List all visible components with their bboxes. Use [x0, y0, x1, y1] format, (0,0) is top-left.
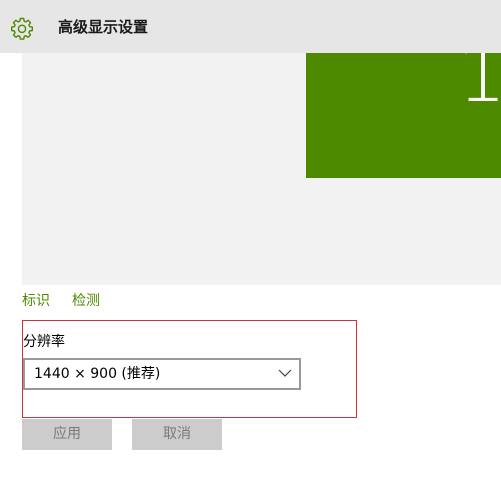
chevron-down-icon: [278, 369, 292, 377]
cancel-button[interactable]: 取消: [132, 419, 222, 450]
monitor-number: 1: [457, 53, 501, 120]
resolution-value: 1440 × 900 (推荐): [34, 366, 161, 382]
monitor-1[interactable]: 1: [306, 53, 501, 178]
detect-link[interactable]: 检测: [72, 292, 100, 310]
resolution-label: 分辨率: [23, 334, 65, 350]
title-bar: 高级显示设置: [0, 0, 501, 53]
display-preview: 1: [22, 53, 501, 285]
identify-link[interactable]: 标识: [22, 292, 50, 310]
gear-icon: [11, 17, 33, 40]
resolution-dropdown[interactable]: 1440 × 900 (推荐): [23, 358, 301, 390]
page-title: 高级显示设置: [58, 18, 149, 36]
apply-button[interactable]: 应用: [22, 419, 112, 450]
